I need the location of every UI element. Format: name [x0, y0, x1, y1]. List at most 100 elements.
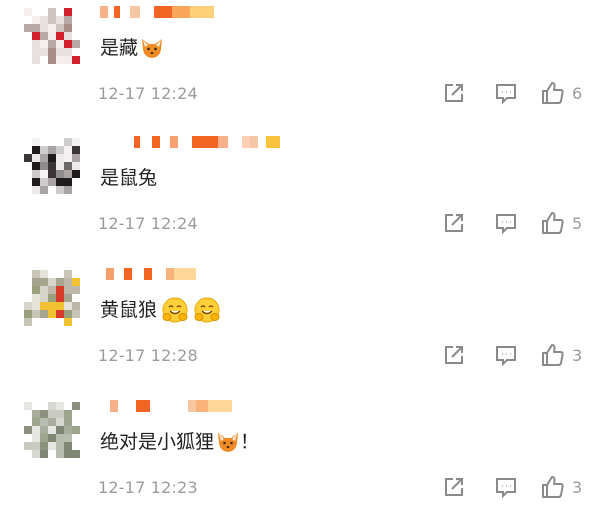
avatar-mosaic-cell: [56, 318, 64, 326]
avatar-mosaic-cell: [24, 418, 32, 426]
username-mosaic-block: [192, 136, 218, 148]
avatar-mosaic-cell: [72, 24, 80, 32]
avatar-mosaic-cell: [56, 270, 64, 278]
avatar[interactable]: [24, 8, 80, 64]
avatar-mosaic-cell: [56, 162, 64, 170]
fox-face-emoji: [142, 39, 163, 58]
reply-button[interactable]: [493, 342, 519, 368]
avatar[interactable]: [24, 402, 80, 458]
comment-text: 是鼠兔: [100, 164, 157, 192]
avatar-mosaic-cell: [24, 278, 32, 286]
avatar-mosaic-cell: [48, 434, 56, 442]
username-blurred[interactable]: [100, 2, 214, 22]
avatar-mosaic-cell: [32, 138, 40, 146]
avatar-mosaic-cell: [48, 410, 56, 418]
avatar-mosaic-cell: [40, 24, 48, 32]
avatar-mosaic-cell: [24, 170, 32, 178]
avatar-mosaic-cell: [32, 16, 40, 24]
avatar-mosaic-cell: [32, 278, 40, 286]
username-mosaic-block: [118, 400, 136, 412]
avatar-mosaic-cell: [48, 278, 56, 286]
avatar-mosaic-cell: [64, 40, 72, 48]
hugging-face-emoji: [162, 297, 188, 323]
avatar-mosaic-cell: [56, 402, 64, 410]
avatar-mosaic-cell: [48, 418, 56, 426]
avatar[interactable]: [24, 138, 80, 194]
username-mosaic-block: [140, 6, 154, 18]
comment-text-suffix: ！: [240, 431, 260, 453]
avatar-mosaic-cell: [32, 178, 40, 186]
avatar-mosaic-cell: [72, 318, 80, 326]
avatar-mosaic-cell: [48, 40, 56, 48]
avatar-mosaic-cell: [48, 8, 56, 16]
avatar-mosaic-cell: [64, 8, 72, 16]
username-mosaic-block: [190, 6, 214, 18]
reply-button[interactable]: [493, 474, 519, 500]
avatar-mosaic-cell: [32, 24, 40, 32]
like-count: 3: [572, 478, 583, 497]
avatar-mosaic-cell: [24, 270, 32, 278]
avatar-mosaic-cell: [48, 186, 56, 194]
avatar-mosaic-cell: [64, 434, 72, 442]
share-button[interactable]: [441, 210, 467, 236]
username-mosaic-block: [258, 136, 266, 148]
comment-icon: [496, 346, 516, 367]
like-button[interactable]: [540, 210, 566, 236]
thumbs-up-icon: [542, 476, 564, 498]
avatar-mosaic-cell: [56, 302, 64, 310]
avatar-mosaic-cell: [24, 402, 32, 410]
reply-button[interactable]: [493, 80, 519, 106]
username-blurred[interactable]: [100, 132, 280, 152]
avatar-mosaic-cell: [72, 138, 80, 146]
avatar-mosaic-cell: [56, 286, 64, 294]
avatar-mosaic-cell: [56, 442, 64, 450]
avatar-mosaic-cell: [64, 146, 72, 154]
avatar-mosaic-cell: [40, 32, 48, 40]
avatar-mosaic-cell: [48, 162, 56, 170]
avatar-mosaic-cell: [64, 270, 72, 278]
avatar-mosaic-cell: [24, 186, 32, 194]
avatar-mosaic-cell: [32, 162, 40, 170]
comment-text-body: 黄鼠狼: [100, 299, 158, 321]
share-button[interactable]: [441, 474, 467, 500]
avatar-mosaic-cell: [64, 48, 72, 56]
avatar-mosaic-cell: [48, 56, 56, 64]
username-mosaic-block: [144, 268, 152, 280]
share-icon: [445, 214, 463, 232]
avatar-mosaic-cell: [72, 294, 80, 302]
avatar-mosaic-cell: [64, 154, 72, 162]
avatar-mosaic-cell: [40, 450, 48, 458]
reply-button[interactable]: [493, 210, 519, 236]
comment-icon: [496, 478, 516, 499]
avatar-mosaic-cell: [64, 24, 72, 32]
comment-text: 绝对是小狐狸 ！: [100, 428, 259, 456]
share-button[interactable]: [441, 80, 467, 106]
avatar[interactable]: [24, 270, 80, 326]
avatar-mosaic-cell: [48, 270, 56, 278]
avatar-mosaic-cell: [24, 32, 32, 40]
like-button[interactable]: [540, 342, 566, 368]
username-mosaic-block: [152, 136, 160, 148]
username-blurred[interactable]: [100, 396, 232, 416]
thumbs-up-icon: [542, 82, 564, 104]
avatar-mosaic-cell: [72, 162, 80, 170]
avatar-mosaic-cell: [40, 170, 48, 178]
avatar-mosaic-cell: [32, 310, 40, 318]
like-button[interactable]: [540, 80, 566, 106]
avatar-mosaic-cell: [64, 302, 72, 310]
like-count: 6: [572, 84, 583, 103]
avatar-mosaic-cell: [40, 8, 48, 16]
comment-item: 绝对是小狐狸 ！ 12-17 12:23 3: [0, 394, 600, 524]
comment-text-body: 是藏: [100, 37, 139, 59]
avatar-mosaic-cell: [48, 302, 56, 310]
like-button[interactable]: [540, 474, 566, 500]
avatar-mosaic-cell: [48, 310, 56, 318]
username-mosaic-block: [140, 136, 152, 148]
avatar-mosaic-cell: [24, 24, 32, 32]
avatar-mosaic-cell: [48, 48, 56, 56]
avatar-mosaic-cell: [24, 294, 32, 302]
avatar-mosaic-cell: [72, 8, 80, 16]
share-button[interactable]: [441, 342, 467, 368]
username-blurred[interactable]: [100, 264, 196, 284]
avatar-mosaic-cell: [32, 32, 40, 40]
